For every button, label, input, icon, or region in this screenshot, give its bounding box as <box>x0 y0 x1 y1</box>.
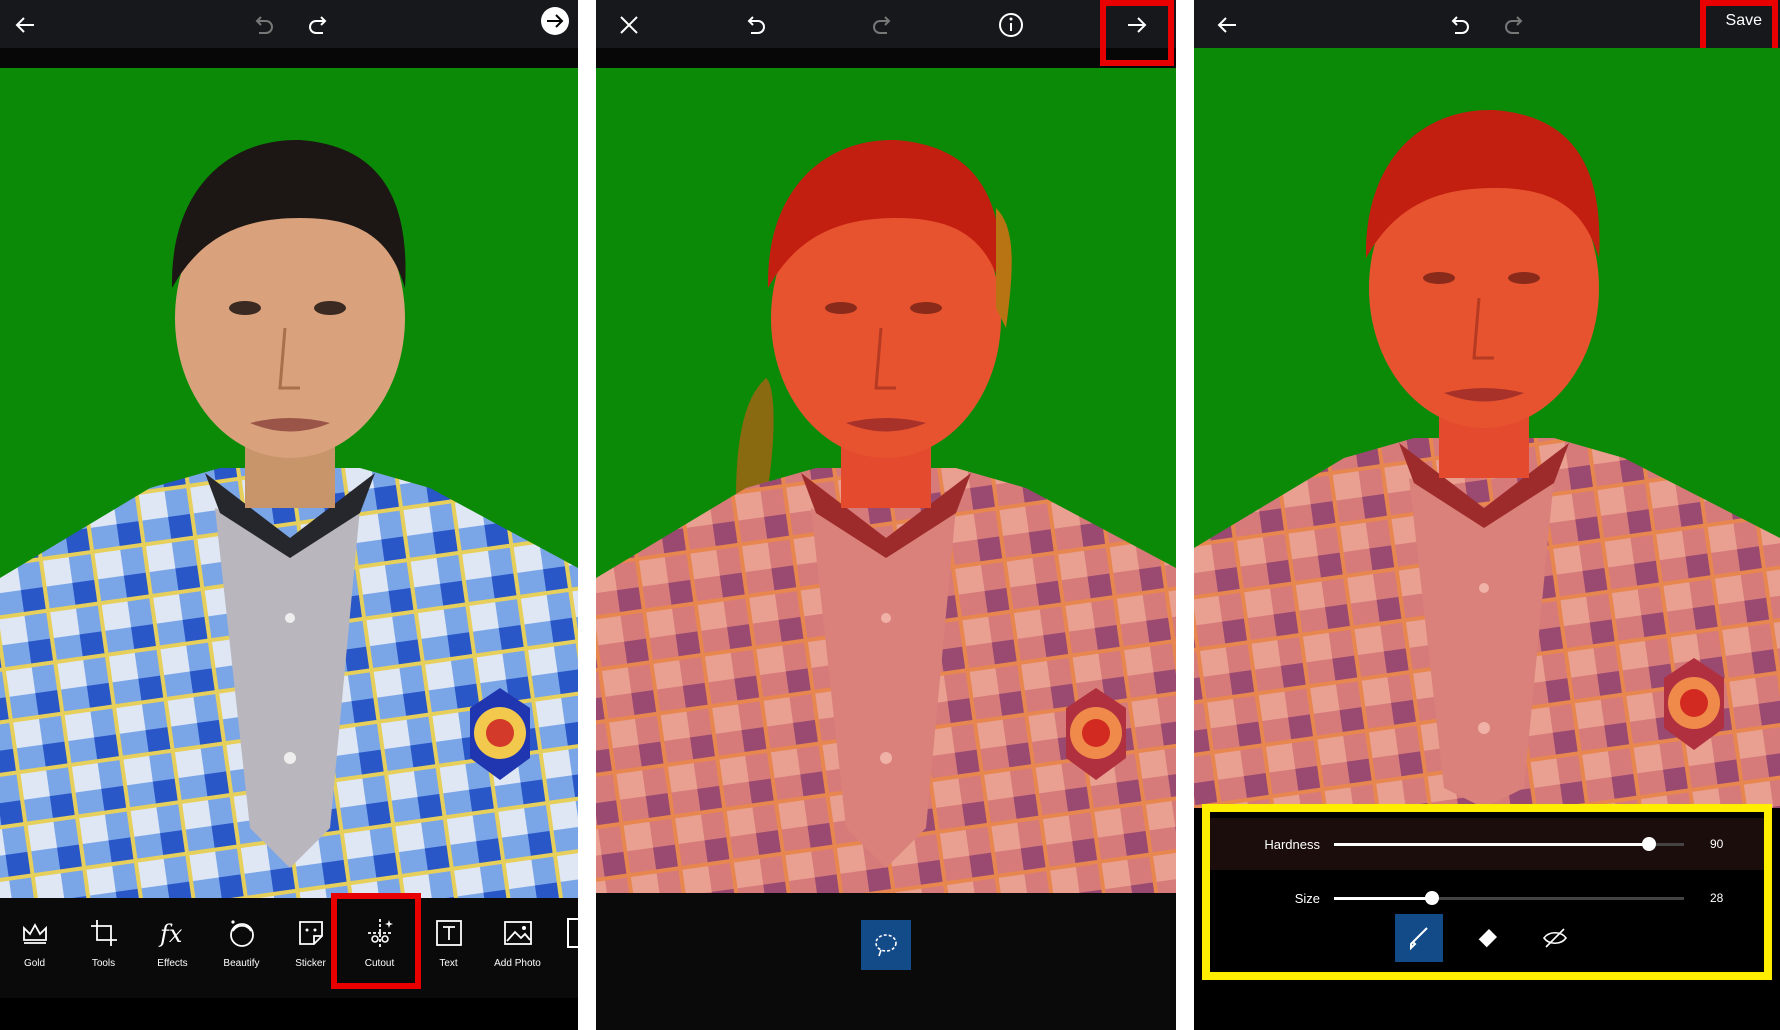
svg-text:fx: fx <box>158 920 183 948</box>
lasso-icon <box>875 934 897 957</box>
toolbar-overflow-edge <box>567 918 578 948</box>
fx-icon: fx <box>158 920 183 948</box>
next-circle-arrow-icon[interactable] <box>538 4 572 38</box>
tool-tools[interactable]: Tools <box>69 898 138 998</box>
close-icon[interactable] <box>612 8 646 42</box>
hide-mode-button[interactable] <box>1531 914 1579 962</box>
editor-panel: Gold Tools fx Effects Beautify Sticker C… <box>0 0 578 1030</box>
hardness-slider-fill <box>1334 842 1649 846</box>
top-bar-strip <box>596 48 1176 68</box>
size-label: Size <box>1294 890 1320 906</box>
lasso-tool-button[interactable] <box>861 920 911 970</box>
tool-sticker[interactable]: Sticker <box>276 898 345 998</box>
eraser-mode-button[interactable] <box>1463 914 1511 962</box>
back-arrow-icon[interactable] <box>8 8 42 42</box>
image-icon <box>503 921 532 945</box>
face-icon <box>229 920 254 947</box>
brush-settings-panel: Hardness 90 Size 28 <box>1202 804 1772 980</box>
hardness-label: Hardness <box>1264 836 1320 852</box>
cutout-selection-photo[interactable] <box>596 68 1176 893</box>
sticker-icon <box>298 921 323 945</box>
scissors-icon <box>367 919 393 947</box>
tool-add-photo[interactable]: Add Photo <box>483 898 552 998</box>
tool-label: Effects <box>157 958 188 969</box>
hardness-slider[interactable] <box>1334 836 1684 851</box>
size-value: 28 <box>1710 891 1724 905</box>
portrait-photo[interactable] <box>0 68 578 898</box>
tool-beautify[interactable]: Beautify <box>207 898 276 998</box>
tool-label: Text <box>439 958 458 969</box>
size-slider-fill <box>1334 896 1432 900</box>
size-slider[interactable] <box>1334 890 1684 905</box>
undo-icon[interactable] <box>738 8 772 42</box>
tool-bar: Gold Tools fx Effects Beautify Sticker C… <box>0 898 578 998</box>
info-icon[interactable] <box>994 8 1028 42</box>
tool-gold[interactable]: Gold <box>0 898 69 998</box>
brush-mode-button[interactable] <box>1395 914 1443 962</box>
undo-icon[interactable] <box>246 8 280 42</box>
redo-icon[interactable] <box>1498 8 1532 42</box>
top-bar <box>1194 0 1780 48</box>
redo-icon[interactable] <box>866 8 900 42</box>
hardness-slider-knob[interactable] <box>1642 836 1656 851</box>
save-button[interactable]: Save <box>1726 12 1762 30</box>
tool-label: Cutout <box>364 958 395 969</box>
eraser-icon <box>1477 929 1497 949</box>
tool-text[interactable]: Text <box>414 898 483 998</box>
tool-label: Add Photo <box>494 958 541 969</box>
brush-mode-group <box>1210 914 1764 964</box>
cutout-panel <box>596 0 1176 1030</box>
tool-label: Beautify <box>223 958 260 969</box>
size-slider-knob[interactable] <box>1425 890 1439 905</box>
tool-cutout[interactable]: Cutout <box>345 898 414 998</box>
brush-icon <box>1410 927 1428 951</box>
tool-label: Gold <box>23 958 46 969</box>
hide-icon <box>1543 928 1567 948</box>
tool-effects[interactable]: fx Effects <box>138 898 207 998</box>
tool-label: Tools <box>91 958 116 969</box>
top-bar-strip <box>0 48 578 68</box>
tool-label: Sticker <box>295 958 326 969</box>
top-bar <box>0 0 578 48</box>
brush-panel-screen: Save Hardness 90 Size 28 <box>1194 0 1780 1030</box>
hardness-slider-row: Hardness 90 <box>1210 818 1764 870</box>
forward-arrow-icon[interactable] <box>1120 8 1154 42</box>
brush-selection-photo[interactable] <box>1194 48 1780 808</box>
redo-icon[interactable] <box>302 8 336 42</box>
hardness-value: 90 <box>1710 837 1724 851</box>
crop-icon <box>90 920 117 946</box>
crown-icon <box>22 923 47 944</box>
back-arrow-icon[interactable] <box>1210 8 1244 42</box>
undo-icon[interactable] <box>1442 8 1476 42</box>
text-icon <box>435 920 462 946</box>
